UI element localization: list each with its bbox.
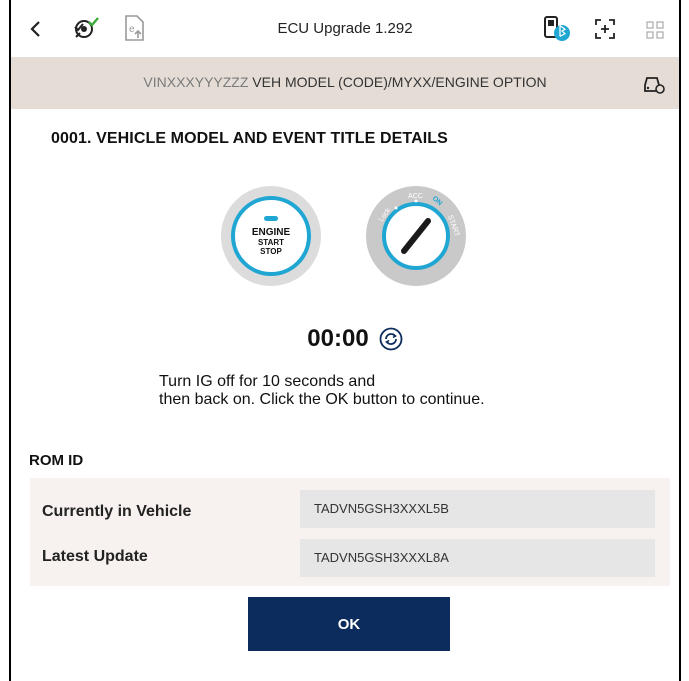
refresh-icon[interactable] (379, 327, 403, 351)
start-label: START (257, 238, 285, 247)
ign-acc-label: ACC (408, 193, 423, 200)
vehicle-info-text: VINXXXYYYZZZ VEH MODEL (CODE)/MYXX/ENGIN… (11, 74, 679, 90)
section-title: 0001. VEHICLE MODEL AND EVENT TITLE DETA… (51, 130, 448, 147)
engine-start-stop-button: ENGINE START STOP (221, 186, 321, 286)
stop-label: STOP (260, 247, 282, 256)
apps-grid-icon[interactable] (643, 18, 667, 42)
app-title: ECU Upgrade 1.292 (277, 20, 413, 37)
vehicle-info-bar: VINXXXYYYZZZ VEH MODEL (CODE)/MYXX/ENGIN… (11, 57, 679, 109)
rom-id-panel: Currently in Vehicle TADVN5GSH3XXXL5B La… (30, 478, 670, 586)
engine-indicator-led (264, 216, 278, 221)
instruction-line-1: Turn IG off for 10 seconds and (159, 373, 376, 390)
instruction-text: Turn IG off for 10 seconds and then back… (159, 373, 485, 409)
app-window: e ECU Upgrade 1.292 VINXXXYYYZZZ VEH MOD… (9, 0, 681, 681)
instruction-line-2: then back on. Click the OK button to con… (159, 391, 485, 408)
vin-number: VINXXXYYYZZZ (143, 74, 249, 90)
engine-label: ENGINE (251, 227, 291, 238)
ignition-switch-icon: Lock ACC ON START (366, 186, 466, 286)
ok-button[interactable]: OK (248, 597, 450, 651)
vci-bluetooth-icon[interactable] (539, 13, 573, 45)
countdown-timer: 00:00 (11, 325, 679, 353)
screen-capture-icon[interactable] (591, 15, 619, 43)
timer-value: 00:00 (307, 325, 369, 352)
rom-latest-value: TADVN5GSH3XXXL8A (300, 539, 655, 577)
vehicle-model: VEH MODEL (CODE)/MYXX/ENGINE OPTION (248, 74, 547, 90)
rom-latest-label: Latest Update (42, 548, 148, 565)
rom-current-label: Currently in Vehicle (42, 503, 192, 520)
rom-current-value: TADVN5GSH3XXXL5B (300, 490, 655, 528)
rom-id-title: ROM ID (29, 452, 84, 469)
vehicle-info-icon[interactable] (641, 71, 667, 97)
top-bar: e ECU Upgrade 1.292 (11, 0, 679, 57)
